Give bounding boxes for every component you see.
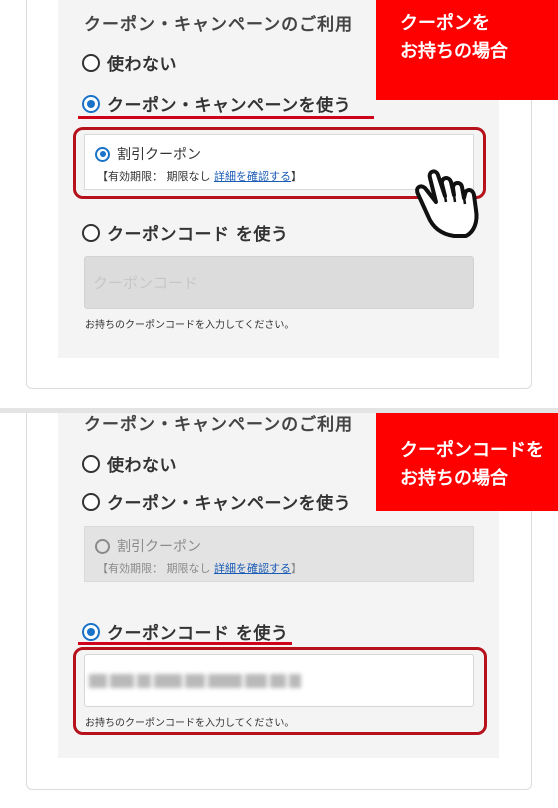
- coupon-item: 割引クーポン 【有効期限： 期限なし 詳細を確認する】: [84, 526, 474, 582]
- radio-option-campaign[interactable]: クーポン・キャンペーンを使う: [82, 91, 351, 116]
- callout-banner: クーポンを お持ちの場合: [376, 0, 558, 100]
- radio-icon[interactable]: [82, 492, 100, 511]
- option-label: 使わない: [107, 456, 177, 476]
- option-label: クーポンコード を使う: [107, 225, 289, 245]
- section-heading: クーポン・キャンペーンのご利用: [84, 15, 354, 35]
- radio-option-campaign[interactable]: クーポン・キャンペーンを使う: [82, 489, 351, 514]
- radio-selected-icon[interactable]: [82, 622, 100, 641]
- highlight-underline: [78, 116, 374, 119]
- option-label: 使わない: [107, 55, 177, 75]
- radio-icon[interactable]: [82, 223, 100, 242]
- coupon-code-input[interactable]: クーポンコード: [84, 256, 474, 309]
- pointing-hand-icon: [415, 169, 479, 238]
- section-heading: クーポン・キャンペーンのご利用: [84, 415, 354, 435]
- coupon-expiry: 【有効期限： 期限なし 詳細を確認する】: [97, 562, 302, 575]
- option-label: クーポン・キャンペーンを使う: [107, 96, 352, 116]
- option-label: クーポン・キャンペーンを使う: [107, 494, 352, 514]
- highlight-underline: [78, 642, 292, 645]
- radio-selected-icon[interactable]: [82, 94, 100, 113]
- code-helper-text: お持ちのクーポンコードを入力してください。: [85, 320, 295, 331]
- radio-option-code[interactable]: クーポンコード を使う: [82, 220, 288, 245]
- radio-option-none[interactable]: 使わない: [82, 50, 177, 75]
- radio-icon: [95, 538, 110, 554]
- highlight-frame: [73, 647, 487, 735]
- option-label: クーポンコード を使う: [107, 624, 289, 644]
- radio-option-none[interactable]: 使わない: [82, 451, 177, 476]
- coupon-detail-link[interactable]: 詳細を確認する: [214, 562, 291, 575]
- callout-banner: クーポンコードを お持ちの場合: [376, 413, 558, 511]
- coupon-name: 割引クーポン: [117, 539, 201, 555]
- radio-option-code[interactable]: クーポンコード を使う: [82, 619, 288, 644]
- radio-icon[interactable]: [82, 53, 100, 72]
- radio-icon[interactable]: [82, 454, 100, 473]
